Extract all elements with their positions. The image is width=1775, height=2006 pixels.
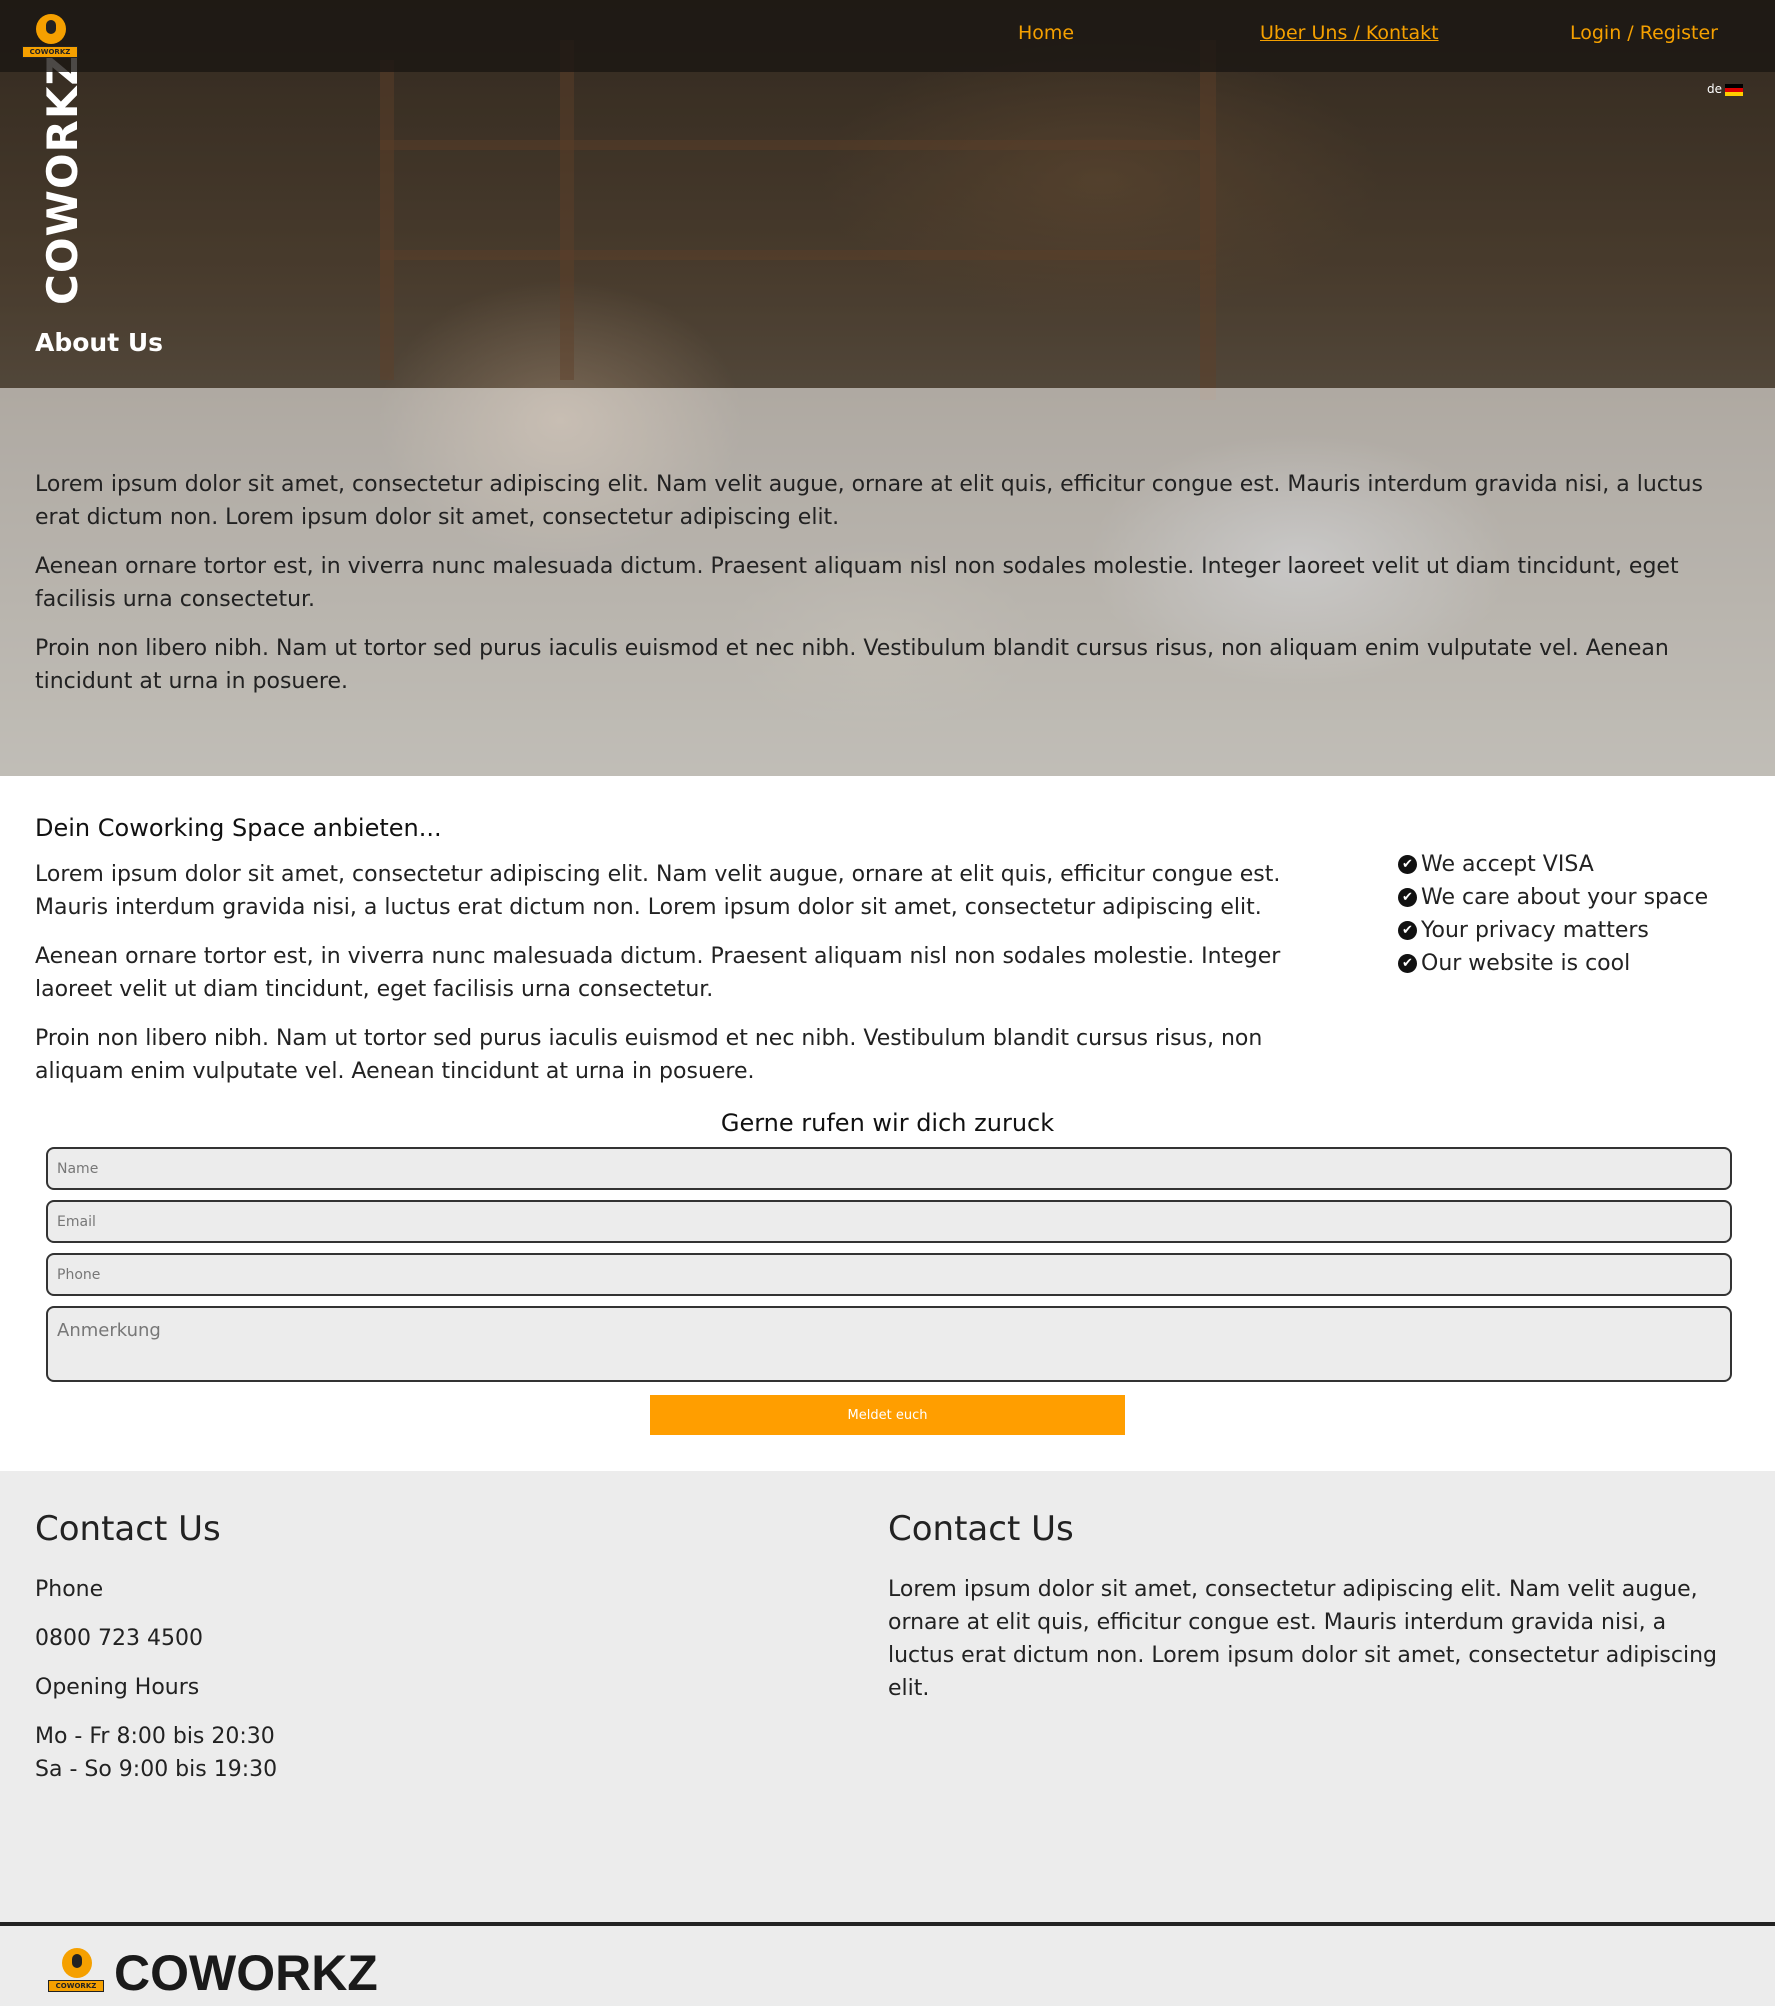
hero-paragraph: Proin non libero nibh. Nam ut tortor sed… [35, 636, 1669, 694]
microphone-icon [46, 20, 56, 34]
language-code: de [1707, 82, 1722, 96]
hero-paragraph: Lorem ipsum dolor sit amet, consectetur … [35, 472, 1703, 530]
offer-paragraph: Proin non libero nibh. Nam ut tortor sed… [35, 1026, 1263, 1084]
logo-text: COWORKZ [48, 1980, 104, 1992]
microphone-icon [72, 1954, 82, 1968]
hours-weekday: Mo - Fr 8:00 bis 20:30 [35, 1724, 275, 1749]
check-circle-icon: ✔ [1398, 888, 1417, 907]
logo-text: COWORKZ [22, 46, 78, 58]
check-circle-icon: ✔ [1398, 855, 1417, 874]
footer-contact-left: Contact Us Phone 0800 723 4500 Opening H… [35, 1509, 277, 1802]
footer-title: Contact Us [888, 1509, 1074, 1549]
footer-title: Contact Us [35, 1509, 221, 1549]
offer-section: Dein Coworking Space anbieten... Lorem i… [35, 814, 1355, 1104]
feature-item: ✔ We accept VISA [1398, 848, 1708, 881]
navbar: COWORKZ Home Uber Uns / Kontakt Login / … [0, 0, 1775, 72]
phone-input[interactable] [46, 1253, 1732, 1296]
hours-label: Opening Hours [35, 1675, 200, 1700]
feature-label: Your privacy matters [1421, 918, 1649, 943]
hero-paragraph: Aenean ornare tortor est, in viverra nun… [35, 554, 1679, 612]
feature-item: ✔ Your privacy matters [1398, 914, 1708, 947]
hero-title: About Us [35, 328, 164, 357]
hero-section: COWORKZ About Us Lorem ipsum dolor sit a… [0, 0, 1775, 776]
hours-block: Mo - Fr 8:00 bis 20:30 Sa - So 9:00 bis … [35, 1720, 277, 1786]
hero-text: Lorem ipsum dolor sit amet, consectetur … [35, 468, 1735, 714]
check-circle-icon: ✔ [1398, 921, 1417, 940]
feature-label: Our website is cool [1421, 951, 1631, 976]
footer-logo[interactable]: COWORKZ [48, 1946, 104, 1994]
nav-login-link[interactable]: Login / Register [1570, 22, 1718, 44]
check-circle-icon: ✔ [1398, 954, 1417, 973]
submit-button[interactable]: Meldet euch [650, 1395, 1125, 1435]
name-input[interactable] [46, 1147, 1732, 1190]
feature-list: ✔ We accept VISA ✔ We care about your spac… [1398, 848, 1708, 980]
language-switcher[interactable]: de [1707, 82, 1743, 96]
phone-number[interactable]: 0800 723 4500 [35, 1622, 277, 1655]
feature-label: We care about your space [1421, 885, 1709, 910]
offer-paragraph: Aenean ornare tortor est, in viverra nun… [35, 944, 1281, 1002]
footer-contact-right: Contact Us Lorem ipsum dolor sit amet, c… [888, 1509, 1738, 1721]
hours-weekend: Sa - So 9:00 bis 19:30 [35, 1757, 278, 1782]
nav-home-link[interactable]: Home [1018, 22, 1074, 44]
feature-item: ✔ Our website is cool [1398, 947, 1708, 980]
hero-brand-vertical: COWORKZ [38, 54, 87, 305]
callback-form-title: Gerne rufen wir dich zuruck [720, 1109, 1055, 1137]
offer-paragraph: Lorem ipsum dolor sit amet, consectetur … [35, 862, 1281, 920]
bottom-brand-bar: COWORKZ COWORKZ [0, 1922, 1775, 2006]
email-input[interactable] [46, 1200, 1732, 1243]
nav-about-link[interactable]: Uber Uns / Kontakt [1260, 22, 1439, 44]
feature-item: ✔ We care about your space [1398, 881, 1708, 914]
note-textarea[interactable] [46, 1306, 1732, 1382]
footer-brand: COWORKZ [114, 1945, 378, 2001]
feature-label: We accept VISA [1421, 852, 1594, 877]
german-flag-icon [1725, 83, 1743, 96]
footer: Contact Us Phone 0800 723 4500 Opening H… [0, 1471, 1775, 1926]
phone-label: Phone [35, 1577, 104, 1602]
logo[interactable]: COWORKZ [22, 12, 78, 60]
footer-text: Lorem ipsum dolor sit amet, consectetur … [888, 1577, 1717, 1701]
offer-heading: Dein Coworking Space anbieten... [35, 814, 442, 842]
